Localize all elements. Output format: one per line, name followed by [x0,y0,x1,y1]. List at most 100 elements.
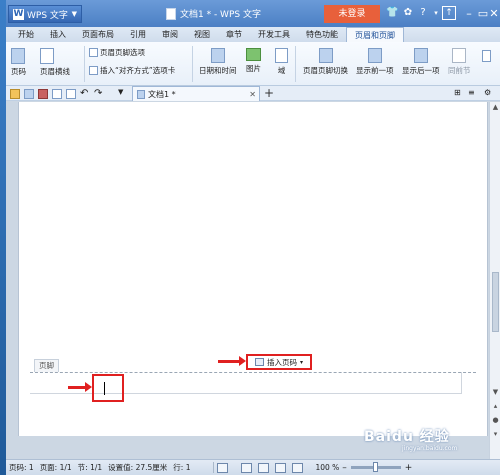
tab-switch-icon[interactable]: ⊞ [454,88,464,98]
tab-developer[interactable]: 开发工具 [250,27,298,42]
header-line-label: 页眉横线 [40,67,70,76]
watermark-url: jingyan.baidu.com [402,445,458,452]
close-icon[interactable]: ✕ [488,5,500,22]
scroll-up-icon[interactable]: ▲ [491,103,500,112]
watermark-logo: Baidu 经验 [364,429,450,445]
page-view-icon[interactable] [241,462,253,473]
options-icon [89,48,98,57]
switch-header-footer-button[interactable]: 页眉页脚切换 [303,48,348,76]
open-folder-icon[interactable] [10,89,20,99]
tab-header-footer[interactable]: 页眉和页脚 [346,27,404,42]
print-icon[interactable] [52,89,62,99]
save-icon[interactable] [24,89,34,99]
field-icon [275,48,288,63]
scroll-down-icon[interactable]: ▼ [491,388,500,397]
feedback-icon[interactable]: ✿ [402,7,414,19]
chevron-down-icon: ▾ [299,358,303,366]
show-previous-button[interactable]: 显示前一项 [356,48,394,76]
insert-align-tab-button[interactable]: 插入“对齐方式”选项卡 [89,65,175,76]
document-tab-label: 文档1 * [148,89,176,99]
fullscreen-icon[interactable]: ↑ [442,6,456,20]
header-footer-options-button[interactable]: 页眉页脚选项 [89,47,145,58]
tab-start[interactable]: 开始 [10,27,42,42]
wps-logo-icon: W [13,8,24,20]
tab-insert[interactable]: 插入 [42,27,74,42]
field-label: 域 [277,66,286,75]
same-as-previous-button[interactable]: 同前节 [448,48,471,76]
picture-icon [246,48,261,61]
same-as-previous-label: 同前节 [448,66,471,75]
wps-window: W WPS 文字 ▼ 文档1 * - WPS 文字 未登录 👕 ✿ ? ▾ ↑ … [6,0,500,475]
scrollbar-thumb[interactable] [492,272,499,332]
customize-dropdown-icon[interactable]: ▼ [118,88,128,98]
show-previous-icon [367,48,382,63]
cursor-highlight [92,374,124,402]
align-tab-icon [89,66,98,75]
ribbon-scroll-button[interactable] [482,50,491,62]
title-bar: W WPS 文字 ▼ 文档1 * - WPS 文字 未登录 👕 ✿ ? ▾ ↑ … [6,0,500,27]
select-browse-icon[interactable]: ● [491,416,500,425]
picture-label: 图片 [246,64,261,73]
window-title: 文档1 * - WPS 文字 [166,7,261,20]
tab-chapter[interactable]: 章节 [218,27,250,42]
insert-align-tab-label: 插入“对齐方式”选项卡 [100,66,176,75]
wps-menu-button[interactable]: W WPS 文字 ▼ [8,5,82,23]
text-cursor [104,382,105,395]
tab-list-icon[interactable]: ≡ [468,88,478,98]
output-pdf-icon[interactable] [38,89,48,99]
next-page-icon[interactable]: ▾ [491,430,500,439]
undo-icon[interactable]: ↶ [80,88,90,99]
tab-special-features[interactable]: 特色功能 [298,27,346,42]
header-footer-options-label: 页眉页脚选项 [100,48,145,57]
page-number-button[interactable]: 页码 [11,48,26,77]
vertical-scrollbar[interactable]: ▲ ▼ ▴ ● ▾ [489,102,500,459]
tab-references[interactable]: 引用 [122,27,154,42]
status-pages: 页面: 1/1 [39,463,72,472]
ribbon-separator [84,46,85,82]
zoom-slider-knob[interactable] [373,462,379,472]
insert-page-number-button[interactable]: 插入页码 ▾ [246,354,312,370]
page-number-icon [254,358,264,366]
new-tab-icon[interactable]: + [264,86,274,100]
zoom-slider[interactable] [350,462,401,472]
zoom-out-icon[interactable]: – [342,463,347,473]
show-next-icon [413,48,428,63]
status-page-number: 页码: 1 [9,463,34,472]
field-button[interactable]: 域 [275,48,288,76]
picture-button[interactable]: 图片 [246,48,261,74]
tab-settings-icon[interactable]: ⚙ [484,88,494,98]
redo-icon[interactable]: ↷ [94,88,104,99]
fit-icon[interactable] [217,462,229,473]
ribbon-separator [192,46,193,82]
tab-review[interactable]: 审阅 [154,27,186,42]
outline-view-icon[interactable] [275,462,287,473]
ribbon-separator [295,46,296,82]
tab-page-layout[interactable]: 页面布局 [74,27,122,42]
datetime-label: 日期和时间 [199,66,237,75]
print-preview-icon[interactable] [66,89,76,99]
shirt-skin-icon[interactable]: 👕 [386,7,398,19]
show-previous-label: 显示前一项 [356,66,394,75]
show-next-button[interactable]: 显示后一项 [402,48,440,76]
datetime-button[interactable]: 日期和时间 [199,48,237,76]
status-section: 节: 1/1 [77,463,103,472]
app-label: WPS 文字 [27,10,68,21]
status-separator [213,462,215,473]
login-button[interactable]: 未登录 [324,5,380,23]
status-bar: 页码: 1 页面: 1/1 节: 1/1 设置值: 27.5厘米 行: 1 10… [6,459,500,475]
document-tab[interactable]: 文档1 * ✕ [132,86,260,101]
reading-view-icon[interactable] [292,462,304,473]
help-dropdown-icon[interactable]: ▾ [430,7,442,19]
same-as-previous-icon [452,48,467,63]
web-view-icon[interactable] [258,462,270,473]
previous-page-icon[interactable]: ▴ [491,402,500,411]
annotation-arrow [68,382,92,392]
zoom-in-icon[interactable]: + [405,463,413,473]
status-row: 行: 1 [173,463,191,472]
page-number-icon [11,48,25,64]
zoom-value[interactable]: 100 % [312,463,342,472]
tab-view[interactable]: 视图 [186,27,218,42]
header-line-button[interactable]: 页眉横线 [40,48,70,77]
help-icon[interactable]: ? [417,7,429,19]
close-tab-icon[interactable]: ✕ [249,90,256,99]
